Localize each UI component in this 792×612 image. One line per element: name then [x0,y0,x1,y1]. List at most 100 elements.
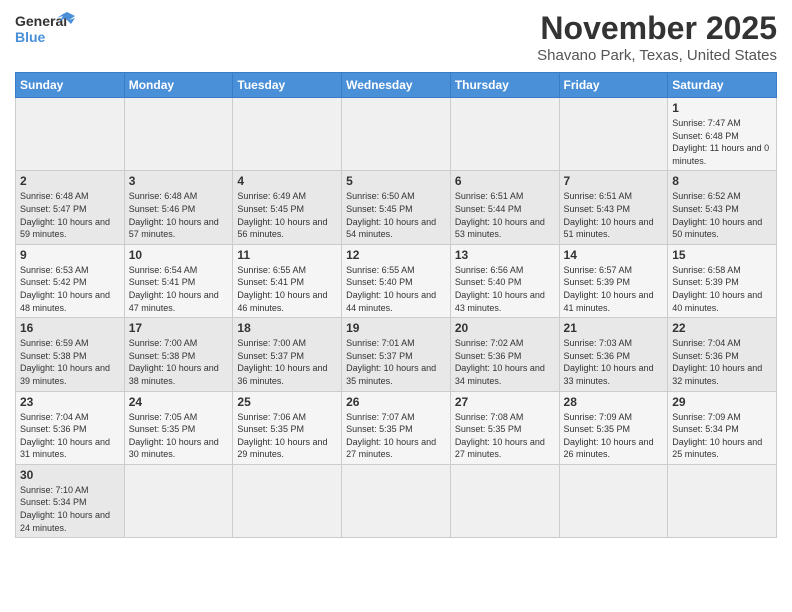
day-number: 25 [237,395,337,409]
day-info: Sunrise: 6:48 AM Sunset: 5:47 PM Dayligh… [20,190,120,240]
day-number: 7 [564,174,664,188]
calendar-cell: 5Sunrise: 6:50 AM Sunset: 5:45 PM Daylig… [342,171,451,244]
calendar-cell: 10 Sunrise: 6:54 AM Sunset: 5:41 PM Dayli… [124,244,233,317]
day-info: Sunrise: 7:04 AM Sunset: 5:36 PM Dayligh… [672,337,772,387]
day-number: 14 [564,248,664,262]
calendar-cell [342,464,451,537]
calendar-cell: 13 Sunrise: 6:56 AM Sunset: 5:40 PM Dayli… [450,244,559,317]
day-number: 21 [564,321,664,335]
day-info: Sunrise: 6:56 AM Sunset: 5:40 PM Dayligh… [455,264,555,314]
day-info: Sunrise: 6:51 AM Sunset: 5:44 PM Dayligh… [455,190,555,240]
calendar-cell: 16 Sunrise: 6:59 AM Sunset: 5:38 PM Dayli… [16,318,125,391]
day-number: 20 [455,321,555,335]
calendar-cell: 7 Sunrise: 6:51 AM Sunset: 5:43 PM Daylig… [559,171,668,244]
day-number: 24 [129,395,229,409]
day-number: 17 [129,321,229,335]
day-info: Sunrise: 7:03 AM Sunset: 5:36 PM Dayligh… [564,337,664,387]
day-info: Sunrise: 7:02 AM Sunset: 5:36 PM Dayligh… [455,337,555,387]
calendar-cell: 28 Sunrise: 7:09 AM Sunset: 5:35 PM Dayli… [559,391,668,464]
logo-icon: General Blue [15,10,75,48]
day-info: Sunrise: 6:52 AM Sunset: 5:43 PM Dayligh… [672,190,772,240]
day-number: 10 [129,248,229,262]
calendar-cell: 23 Sunrise: 7:04 AM Sunset: 5:36 PM Dayli… [16,391,125,464]
day-info: Sunrise: 7:05 AM Sunset: 5:35 PM Dayligh… [129,411,229,461]
calendar-cell [16,98,125,171]
calendar-cell: 19 Sunrise: 7:01 AM Sunset: 5:37 PM Dayli… [342,318,451,391]
day-header-wednesday: Wednesday [342,73,451,98]
day-header-saturday: Saturday [668,73,777,98]
day-info: Sunrise: 7:08 AM Sunset: 5:35 PM Dayligh… [455,411,555,461]
day-number: 27 [455,395,555,409]
calendar-cell [450,464,559,537]
day-number: 26 [346,395,446,409]
calendar-cell: 11 Sunrise: 6:55 AM Sunset: 5:41 PM Dayli… [233,244,342,317]
calendar-cell [233,98,342,171]
day-number: 30 [20,468,120,482]
day-info: Sunrise: 7:01 AM Sunset: 5:37 PM Dayligh… [346,337,446,387]
location: Shavano Park, Texas, United States [537,47,777,64]
title-block: November 2025 Shavano Park, Texas, Unite… [537,10,777,64]
day-number: 8 [672,174,772,188]
calendar-cell: 2Sunrise: 6:48 AM Sunset: 5:47 PM Daylig… [16,171,125,244]
day-number: 15 [672,248,772,262]
day-info: Sunrise: 6:54 AM Sunset: 5:41 PM Dayligh… [129,264,229,314]
calendar-cell: 21 Sunrise: 7:03 AM Sunset: 5:36 PM Dayli… [559,318,668,391]
day-info: Sunrise: 7:04 AM Sunset: 5:36 PM Dayligh… [20,411,120,461]
day-info: Sunrise: 6:51 AM Sunset: 5:43 PM Dayligh… [564,190,664,240]
day-number: 13 [455,248,555,262]
day-info: Sunrise: 6:58 AM Sunset: 5:39 PM Dayligh… [672,264,772,314]
calendar-cell: 1 Sunrise: 7:47 AM Sunset: 6:48 PM Daylig… [668,98,777,171]
day-info: Sunrise: 7:07 AM Sunset: 5:35 PM Dayligh… [346,411,446,461]
day-number: 1 [672,101,772,115]
day-info: Sunrise: 6:55 AM Sunset: 5:41 PM Dayligh… [237,264,337,314]
svg-text:General: General [15,13,67,29]
calendar-cell: 29 Sunrise: 7:09 AM Sunset: 5:34 PM Dayli… [668,391,777,464]
calendar-table: SundayMondayTuesdayWednesdayThursdayFrid… [15,72,777,538]
day-info: Sunrise: 7:47 AM Sunset: 6:48 PM Dayligh… [672,117,772,167]
day-info: Sunrise: 6:50 AM Sunset: 5:45 PM Dayligh… [346,190,446,240]
calendar-cell [233,464,342,537]
days-header-row: SundayMondayTuesdayWednesdayThursdayFrid… [16,73,777,98]
day-number: 6 [455,174,555,188]
calendar-cell: 27 Sunrise: 7:08 AM Sunset: 5:35 PM Dayli… [450,391,559,464]
day-info: Sunrise: 7:09 AM Sunset: 5:34 PM Dayligh… [672,411,772,461]
calendar-cell: 22 Sunrise: 7:04 AM Sunset: 5:36 PM Dayli… [668,318,777,391]
day-number: 4 [237,174,337,188]
day-number: 12 [346,248,446,262]
day-header-tuesday: Tuesday [233,73,342,98]
day-info: Sunrise: 6:57 AM Sunset: 5:39 PM Dayligh… [564,264,664,314]
day-number: 3 [129,174,229,188]
calendar-cell: 8 Sunrise: 6:52 AM Sunset: 5:43 PM Daylig… [668,171,777,244]
day-info: Sunrise: 6:55 AM Sunset: 5:40 PM Dayligh… [346,264,446,314]
calendar-cell: 3Sunrise: 6:48 AM Sunset: 5:46 PM Daylig… [124,171,233,244]
day-header-thursday: Thursday [450,73,559,98]
day-number: 11 [237,248,337,262]
calendar-cell [124,464,233,537]
day-number: 19 [346,321,446,335]
calendar-cell: 30 Sunrise: 7:10 AM Sunset: 5:34 PM Dayli… [16,464,125,537]
day-info: Sunrise: 7:06 AM Sunset: 5:35 PM Dayligh… [237,411,337,461]
month-title: November 2025 [537,10,777,47]
calendar-cell [559,464,668,537]
calendar-cell: 18Sunrise: 7:00 AM Sunset: 5:37 PM Dayli… [233,318,342,391]
day-number: 16 [20,321,120,335]
day-info: Sunrise: 6:59 AM Sunset: 5:38 PM Dayligh… [20,337,120,387]
page-header: General Blue November 2025 Shavano Park,… [15,10,777,64]
calendar-cell [668,464,777,537]
day-number: 22 [672,321,772,335]
day-number: 28 [564,395,664,409]
day-info: Sunrise: 7:00 AM Sunset: 5:38 PM Dayligh… [129,337,229,387]
logo: General Blue [15,10,75,53]
calendar-cell [450,98,559,171]
day-info: Sunrise: 7:09 AM Sunset: 5:35 PM Dayligh… [564,411,664,461]
day-header-monday: Monday [124,73,233,98]
day-number: 23 [20,395,120,409]
day-number: 9 [20,248,120,262]
calendar-cell: 25 Sunrise: 7:06 AM Sunset: 5:35 PM Dayli… [233,391,342,464]
day-info: Sunrise: 7:00 AM Sunset: 5:37 PM Dayligh… [237,337,337,387]
day-info: Sunrise: 7:10 AM Sunset: 5:34 PM Dayligh… [20,484,120,534]
day-info: Sunrise: 6:49 AM Sunset: 5:45 PM Dayligh… [237,190,337,240]
day-number: 29 [672,395,772,409]
svg-text:Blue: Blue [15,29,46,45]
calendar-cell: 9Sunrise: 6:53 AM Sunset: 5:42 PM Daylig… [16,244,125,317]
